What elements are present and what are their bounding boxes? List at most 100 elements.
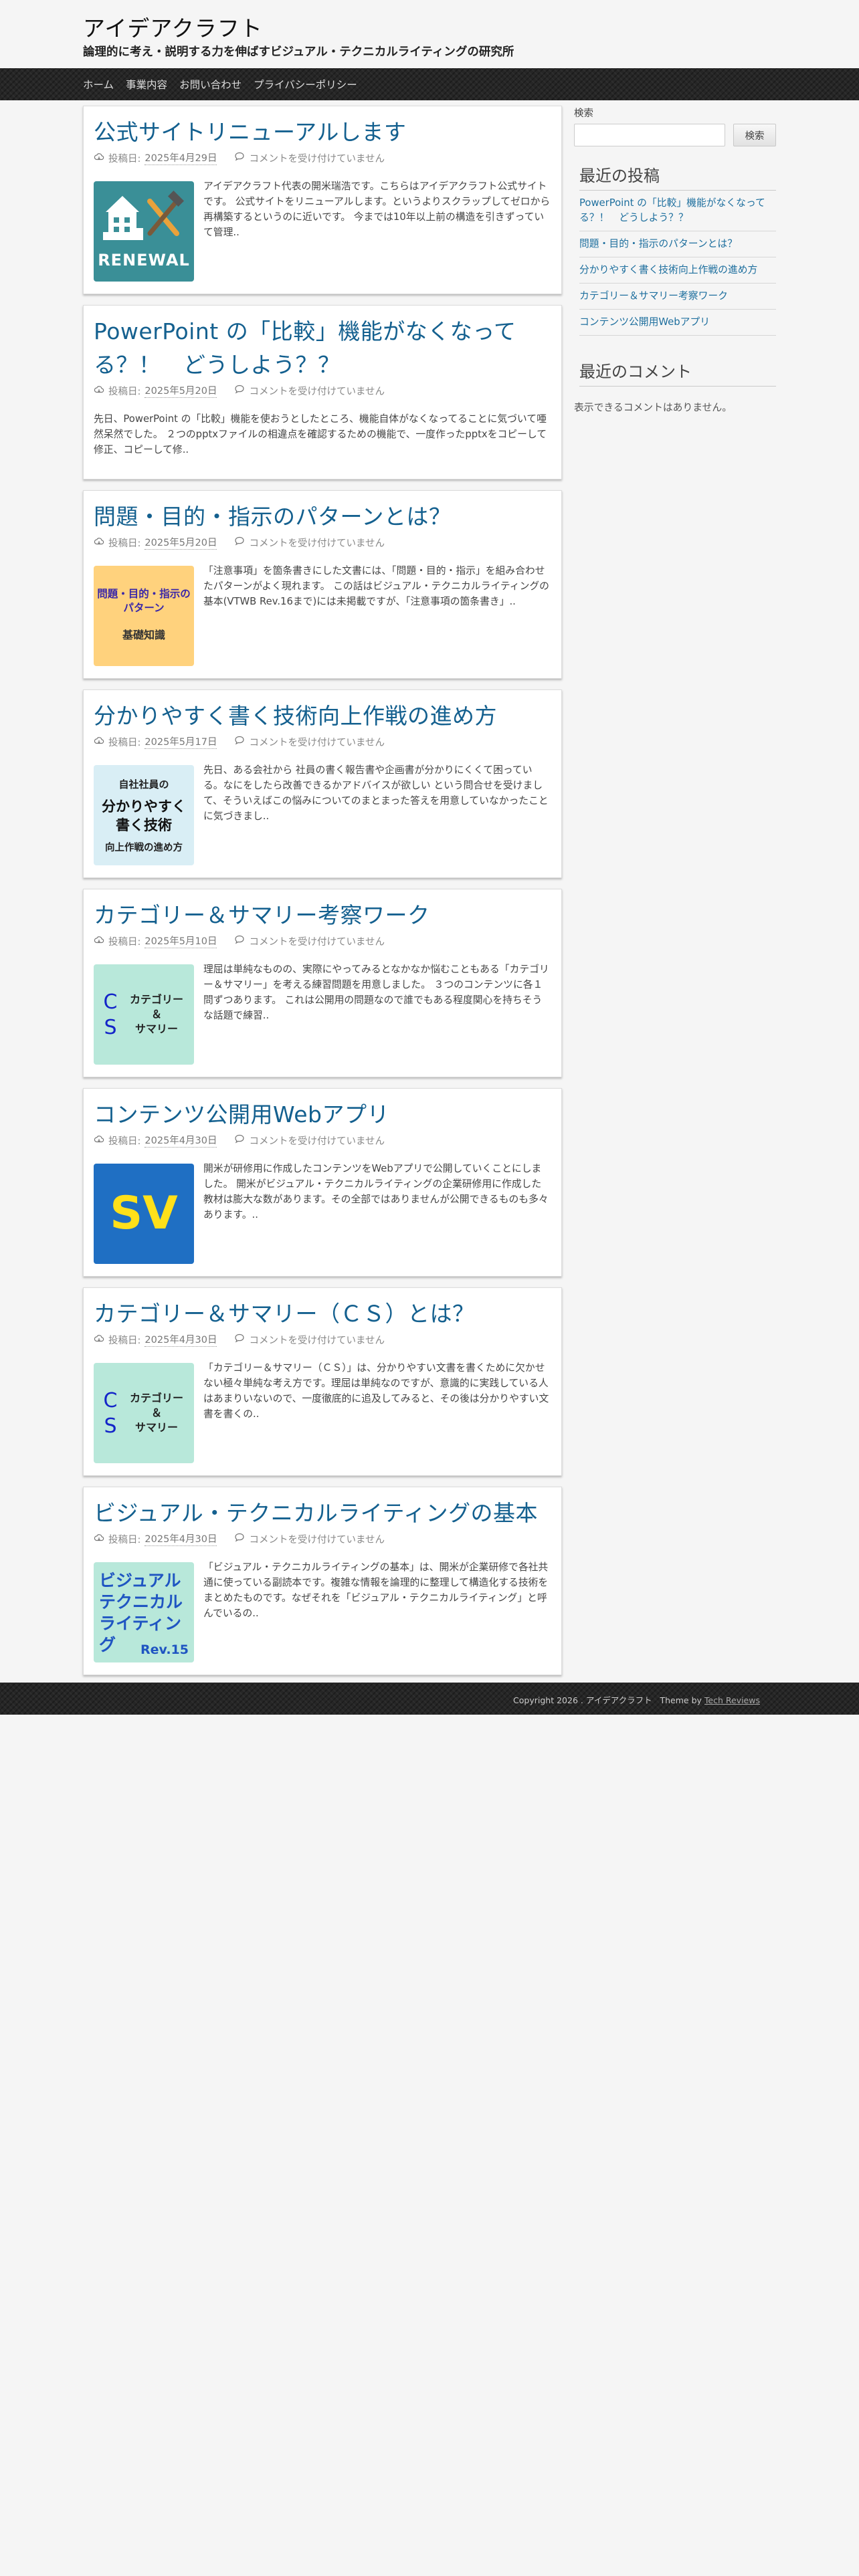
thumbnail-label: カテゴリー ＆ サマリー — [129, 993, 183, 1035]
post-title[interactable]: コンテンツ公開用Webアプリ — [94, 1098, 551, 1132]
recent-post-item: カテゴリー＆サマリー考察ワーク — [579, 284, 776, 310]
post-thumbnail[interactable]: SV — [94, 1164, 194, 1264]
no-comments-text: 表示できるコメントはありません。 — [574, 402, 733, 413]
post-excerpt: アイデアクラフト代表の開米瑞浩です。こちらはアイデアクラフト公式サイトです。 公… — [203, 181, 551, 238]
post-date[interactable]: 2025年5月20日 — [145, 383, 217, 398]
site-description: 論理的に考え・説明する力を伸ばすビジュアル・テクニカルライティングの研究所 — [83, 45, 514, 59]
post-card: 分かりやすく書く技術向上作戦の進め方投稿日: 2025年5月17日 コメントを受け付… — [83, 689, 562, 878]
post-thumbnail[interactable]: RENEWAL — [94, 181, 194, 282]
thumbnail-line3: 向上作戦の進め方 — [105, 843, 183, 853]
post-excerpt: 理屈は単純なものの、実際にやってみるとなかなか悩むこともある「カテゴリー＆サマリ… — [203, 964, 549, 1021]
posted-on-icon — [94, 536, 104, 549]
search-input[interactable] — [574, 124, 725, 146]
post-title[interactable]: カテゴリー＆サマリー考察ワーク — [94, 899, 551, 932]
post-title[interactable]: 問題・目的・指示のパターンとは？ — [94, 500, 551, 534]
post-thumbnail[interactable]: ビジュアル テクニカル ライティング Rev.15 — [94, 1562, 194, 1662]
recent-comments-widget: 最近のコメント 表示できるコメントはありません。 — [574, 358, 776, 414]
nav-contact[interactable]: お問い合わせ — [179, 77, 242, 92]
post-meta: 投稿日: 2025年5月20日 コメントを受け付けていません — [94, 383, 551, 398]
comments-status: コメントを受け付けていません — [249, 1136, 385, 1147]
nav-home[interactable]: ホーム — [83, 77, 114, 92]
post-body: C S カテゴリー ＆ サマリー 理屈は単純なものの、実際にやってみるとなかなか悩む… — [94, 964, 551, 1065]
post-meta: 投稿日: 2025年5月17日 コメントを受け付けていません — [94, 734, 551, 749]
recent-post-link[interactable]: コンテンツ公開用Webアプリ — [579, 316, 710, 328]
post-thumbnail[interactable]: C S カテゴリー ＆ サマリー — [94, 964, 194, 1065]
post-body: 問題・目的・指示の パターン 基礎知識 「注意事項」を箇条書きにした文書には、「問題… — [94, 565, 551, 666]
post-thumbnail[interactable]: C S カテゴリー ＆ サマリー — [94, 1363, 194, 1463]
post-card: 問題・目的・指示のパターンとは？ 投稿日: 2025年5月20日 コメントを受け付けて… — [83, 490, 562, 679]
post-meta: 投稿日: 2025年4月30日 コメントを受け付けていません — [94, 1332, 551, 1347]
post-date[interactable]: 2025年5月20日 — [145, 535, 217, 550]
posted-on-icon — [94, 1333, 104, 1346]
post-card: PowerPoint の「比較」機能がなくなってる？！ どうしよう？？ 投稿日: 2… — [83, 305, 562, 479]
thumbnail-letters: C S — [103, 1389, 118, 1438]
post-body: ビジュアル テクニカル ライティング Rev.15 「ビジュアル・テクニカルライティ… — [94, 1562, 551, 1662]
recent-post-item: 分かりやすく書く技術向上作戦の進め方 — [579, 257, 776, 284]
post-date[interactable]: 2025年5月10日 — [145, 934, 217, 948]
post-excerpt: 開米が研修用に作成したコンテンツをWebアプリで公開していくことにしました。 開… — [203, 1163, 549, 1220]
post-date[interactable]: 2025年4月29日 — [145, 150, 217, 165]
post-meta: 投稿日: 2025年4月30日 コメントを受け付けていません — [94, 1133, 551, 1148]
post-excerpt: 先日、PowerPoint の「比較」機能を使おうとしたところ、機能自体がなくな… — [94, 413, 547, 455]
recent-posts-title: 最近の投稿 — [579, 163, 776, 191]
post-date[interactable]: 2025年4月30日 — [145, 1133, 217, 1148]
recent-post-link[interactable]: PowerPoint の「比較」機能がなくなってる？！ どうしよう？？ — [579, 197, 765, 223]
nav-business[interactable]: 事業内容 — [126, 77, 167, 92]
thumbnail-text: SV — [110, 1187, 178, 1240]
post-thumbnail[interactable]: 問題・目的・指示の パターン基礎知識 — [94, 566, 194, 666]
recent-comments-title: 最近のコメント — [579, 358, 776, 387]
post-body: C S カテゴリー ＆ サマリー 「カテゴリー＆サマリー（ＣＳ）」は、分かりやすい文… — [94, 1362, 551, 1463]
comments-status: コメントを受け付けていません — [249, 153, 385, 165]
comments-status: コメントを受け付けていません — [249, 538, 385, 549]
posted-on-label: 投稿日: — [108, 1136, 141, 1147]
post-card: カテゴリー＆サマリー考察ワーク 投稿日: 2025年5月10日 コメントを受け付けてい… — [83, 889, 562, 1077]
comments-status: コメントを受け付けていません — [249, 737, 385, 748]
post-body: SV 開米が研修用に作成したコンテンツをWebアプリで公開していくことにしました。… — [94, 1163, 551, 1264]
posted-on-icon — [94, 1532, 104, 1545]
comments-status: コメントを受け付けていません — [249, 936, 385, 948]
post-meta: 投稿日: 2025年5月10日 コメントを受け付けていません — [94, 934, 551, 948]
post-title[interactable]: ビジュアル・テクニカルライティングの基本 — [94, 1497, 551, 1530]
thumbnail-text: RENEWAL — [98, 251, 190, 270]
comment-icon — [234, 1134, 245, 1147]
comments-status: コメントを受け付けていません — [249, 1335, 385, 1346]
post-title[interactable]: PowerPoint の「比較」機能がなくなってる？！ どうしよう？？ — [94, 315, 551, 382]
thumbnail-letters: C S — [103, 990, 118, 1039]
search-button[interactable]: 検索 — [733, 124, 776, 146]
recent-posts-list: PowerPoint の「比較」機能がなくなってる？！ どうしよう？？ 問題・目的… — [579, 191, 776, 336]
post-title[interactable]: 公式サイトリニューアルします — [94, 116, 551, 149]
posted-on-label: 投稿日: — [108, 538, 141, 549]
thumbnail-heading: 問題・目的・指示の パターン — [97, 588, 191, 614]
recent-post-link[interactable]: 分かりやすく書く技術向上作戦の進め方 — [579, 264, 757, 276]
thumbnail-subtext: 基礎知識 — [122, 629, 165, 641]
site-footer: Copyright 2026 . アイデアクラフト Theme by Tech … — [0, 1683, 859, 1715]
post-date[interactable]: 2025年5月17日 — [145, 734, 217, 749]
post-meta: 投稿日: 2025年5月20日 コメントを受け付けていません — [94, 535, 551, 550]
nav-privacy[interactable]: プライバシーポリシー — [254, 77, 357, 92]
recent-post-item: コンテンツ公開用Webアプリ — [579, 310, 776, 336]
search-label: 検索 — [574, 108, 593, 119]
footer-theme-link[interactable]: Tech Reviews — [704, 1695, 760, 1705]
site-title[interactable]: アイデアクラフト — [83, 11, 263, 43]
posted-on-icon — [94, 934, 104, 948]
post-excerpt: 「注意事項」を箇条書きにした文書には、「問題・目的・指示」を組み合わせたパターン… — [203, 565, 549, 607]
comment-icon — [234, 536, 245, 549]
posted-on-label: 投稿日: — [108, 386, 141, 397]
post-body: 自社社員の 分かりやすく 書く技術 向上作戦の進め方 先日、ある会社から 社員の書く報… — [94, 764, 551, 865]
footer-theme-prefix: Theme by — [660, 1695, 702, 1705]
thumbnail-label: カテゴリー ＆ サマリー — [129, 1392, 183, 1434]
thumbnail-rev: Rev.15 — [140, 1642, 189, 1657]
comment-icon — [234, 1333, 245, 1346]
comment-icon — [234, 151, 245, 165]
posted-on-label: 投稿日: — [108, 737, 141, 748]
recent-post-link[interactable]: 問題・目的・指示のパターンとは？ — [579, 238, 737, 249]
post-title[interactable]: 分かりやすく書く技術向上作戦の進め方 — [94, 700, 551, 733]
post-excerpt: 「カテゴリー＆サマリー（ＣＳ）」は、分かりやすい文書を書くために欠かせない極々単… — [203, 1362, 549, 1420]
posted-on-label: 投稿日: — [108, 153, 141, 165]
post-title[interactable]: カテゴリー＆サマリー（ＣＳ）とは？ — [94, 1297, 551, 1331]
post-thumbnail[interactable]: 自社社員の 分かりやすく 書く技術 向上作戦の進め方 — [94, 765, 194, 865]
posted-on-label: 投稿日: — [108, 1335, 141, 1346]
post-date[interactable]: 2025年4月30日 — [145, 1531, 217, 1546]
post-date[interactable]: 2025年4月30日 — [145, 1332, 217, 1347]
recent-post-link[interactable]: カテゴリー＆サマリー考察ワーク — [579, 290, 728, 302]
